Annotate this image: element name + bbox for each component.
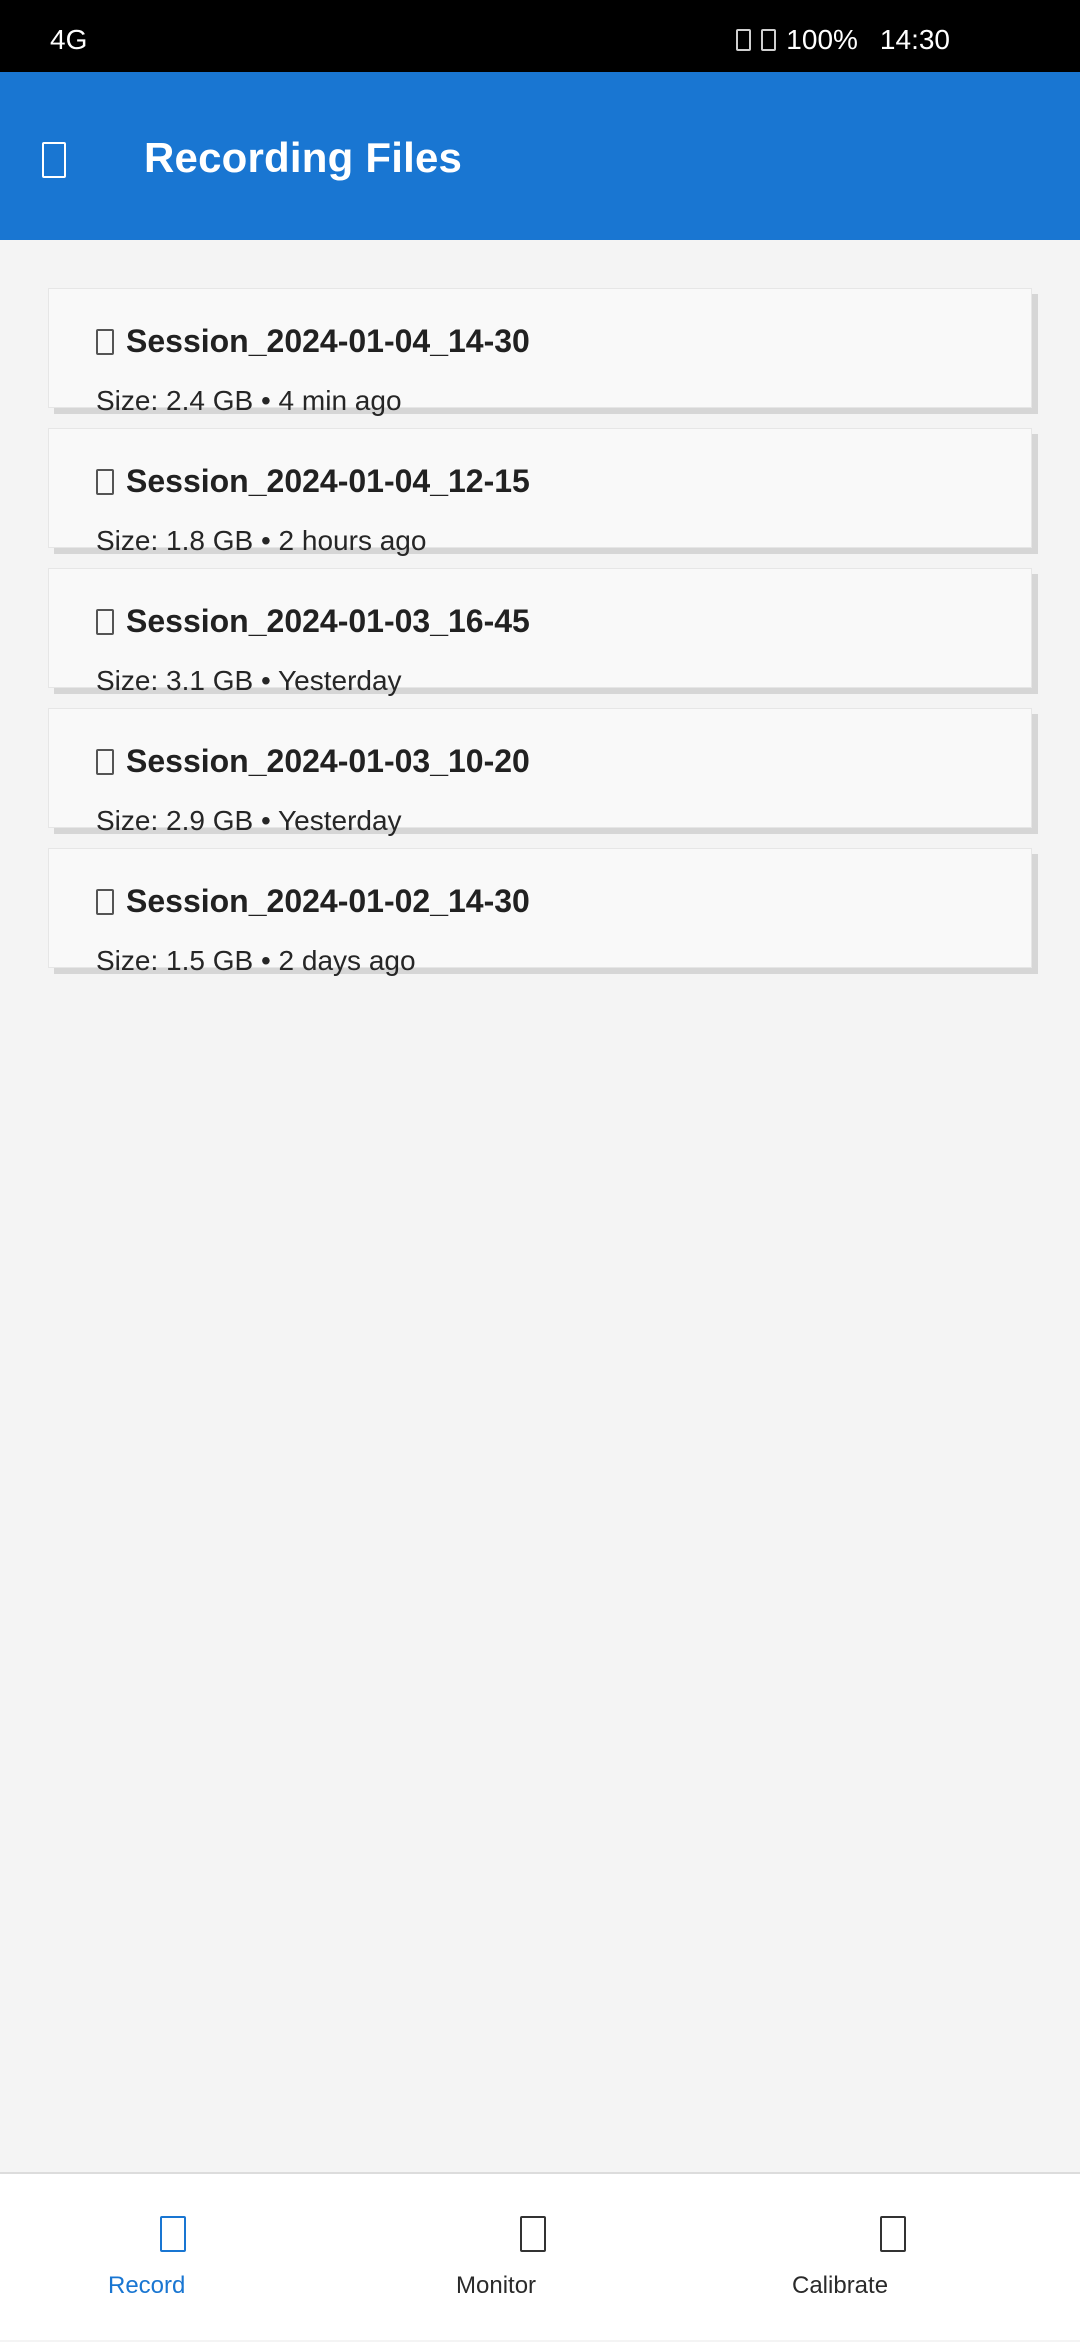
nav-item-monitor[interactable]: Monitor [360,2174,720,2342]
file-name-row: Session_2024-01-03_10-20 [96,743,530,780]
file-name: Session_2024-01-03_10-20 [126,743,530,779]
network-indicator: 4G [50,24,88,55]
file-meta: Size: 3.1 GB • Yesterday [96,665,402,696]
wifi-icon [736,29,752,51]
file-icon [96,888,114,915]
recording-file-list: Session_2024-01-04_14-30 Size: 2.4 GB • … [48,288,1032,988]
battery-icon [761,29,777,51]
nav-item-calibrate[interactable]: Calibrate [720,2174,1080,2342]
monitor-icon [520,2216,546,2252]
file-name-row: Session_2024-01-04_12-15 [96,463,530,500]
page-title: Recording Files [144,134,463,181]
app-bar: Recording Files [0,72,1080,240]
menu-icon[interactable] [42,142,66,178]
file-name-row: Session_2024-01-04_14-30 [96,323,530,360]
file-card[interactable]: Session_2024-01-03_10-20 Size: 2.9 GB • … [48,708,1032,836]
file-icon [96,748,114,775]
file-icon [96,468,114,495]
file-meta: Size: 2.4 GB • 4 min ago [96,385,402,416]
nav-item-record[interactable]: Record [0,2174,360,2342]
battery-level: 100% [786,24,858,55]
nav-label-monitor: Monitor [456,2272,537,2299]
file-card[interactable]: Session_2024-01-04_12-15 Size: 1.8 GB • … [48,428,1032,556]
nav-label-record: Record [108,2272,186,2299]
file-card[interactable]: Session_2024-01-03_16-45 Size: 3.1 GB • … [48,568,1032,696]
file-name-row: Session_2024-01-03_16-45 [96,603,530,640]
file-meta: Size: 1.5 GB • 2 days ago [96,945,416,976]
file-name: Session_2024-01-03_16-45 [126,603,530,639]
nav-label-calibrate: Calibrate [792,2272,889,2299]
status-right: 100% 14:30 [736,24,950,56]
bottom-navigation: Record Monitor Calibrate [0,2172,1080,2340]
file-icon [96,608,114,635]
file-meta: Size: 2.9 GB • Yesterday [96,805,402,836]
file-card[interactable]: Session_2024-01-02_14-30 Size: 1.5 GB • … [48,848,1032,976]
clock: 14:30 [879,24,950,55]
file-card[interactable]: Session_2024-01-04_14-30 Size: 2.4 GB • … [48,288,1032,416]
file-name: Session_2024-01-02_14-30 [126,883,530,919]
file-icon [96,328,114,355]
file-name-row: Session_2024-01-02_14-30 [96,883,530,920]
calibrate-icon [880,2216,906,2252]
file-meta: Size: 1.8 GB • 2 hours ago [96,525,427,556]
status-bar: 4G 100% 14:30 [0,0,1080,72]
file-name: Session_2024-01-04_12-15 [126,463,530,499]
record-icon [160,2216,186,2252]
file-name: Session_2024-01-04_14-30 [126,323,530,359]
